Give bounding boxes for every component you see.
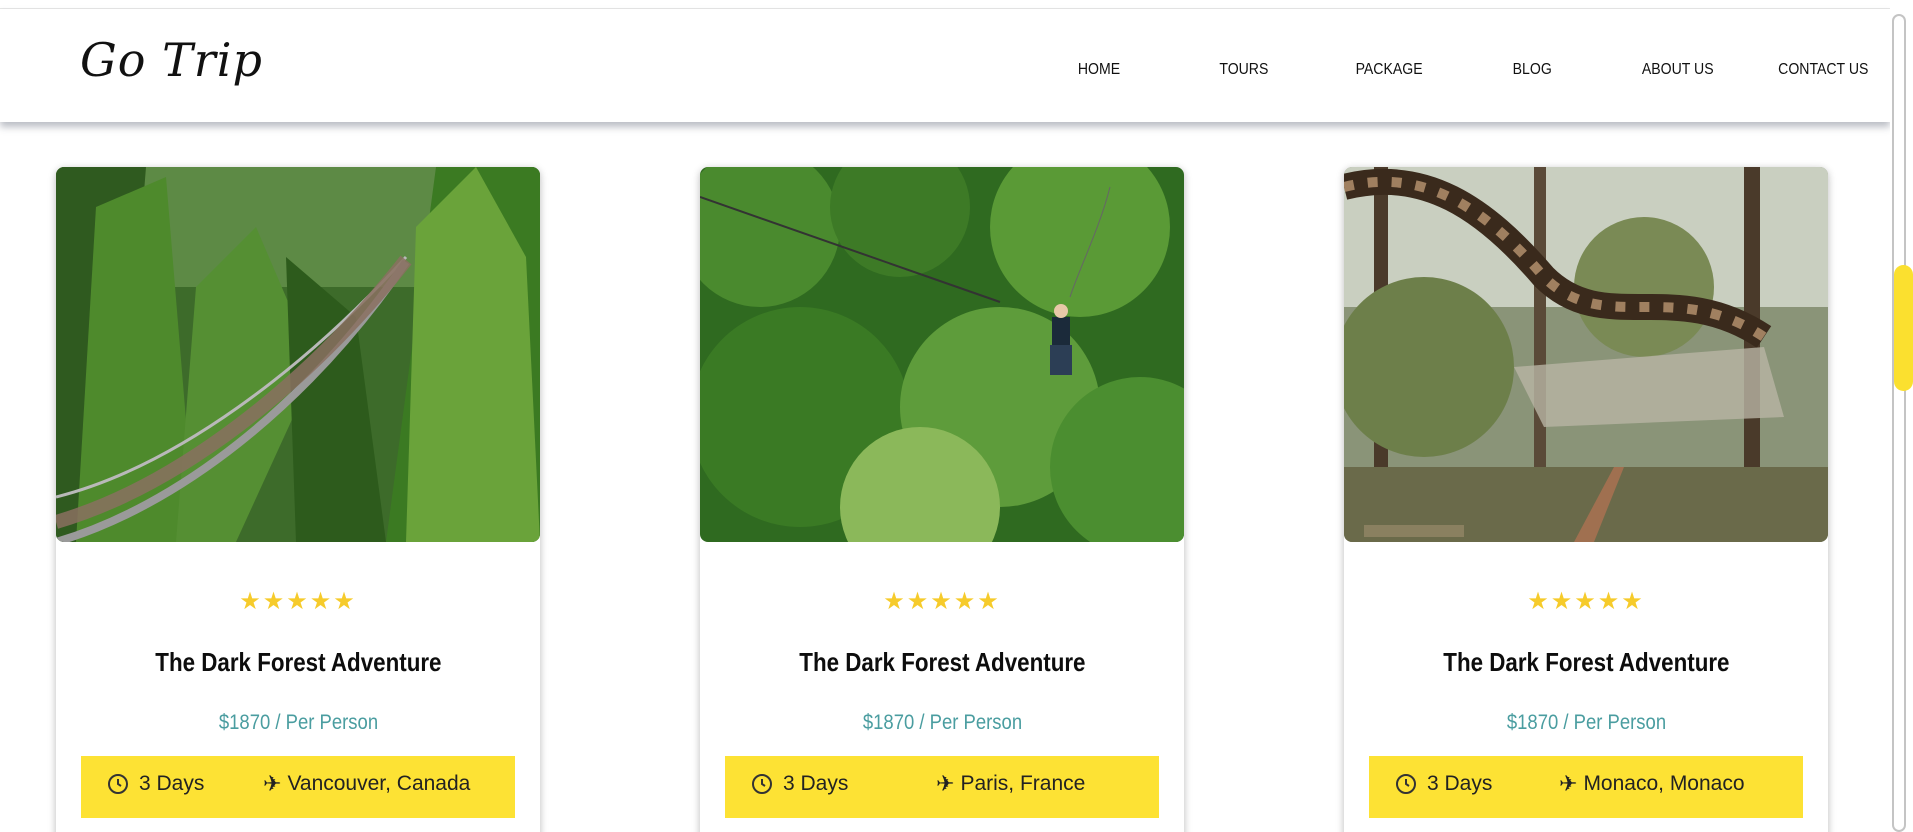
tour-info-bar: 3 Days ✈ Vancouver, Canada bbox=[81, 756, 515, 818]
scrollbar-thumb[interactable] bbox=[1894, 265, 1913, 391]
nav-about-us[interactable]: ABOUT US bbox=[1642, 61, 1714, 79]
tour-card[interactable]: ★★★★★ The Dark Forest Adventure $1870 / … bbox=[56, 167, 540, 832]
tour-title: The Dark Forest Adventure bbox=[154, 647, 442, 677]
location-text: Paris, France bbox=[960, 772, 1086, 795]
tour-card[interactable]: ★★★★★ The Dark Forest Adventure $1870 / … bbox=[1344, 167, 1828, 832]
rating-stars: ★★★★★ bbox=[1527, 588, 1645, 615]
nav-blog[interactable]: BLOG bbox=[1513, 61, 1552, 79]
tour-image-suspension-bridge[interactable] bbox=[56, 167, 540, 542]
logo[interactable]: Go Trip bbox=[80, 33, 263, 87]
tour-image-rope-course[interactable] bbox=[1344, 167, 1828, 542]
tour-price: $1870 / Per Person bbox=[218, 711, 378, 734]
nav-tours[interactable]: TOURS bbox=[1219, 61, 1268, 79]
nav-contact-us[interactable]: CONTACT US bbox=[1778, 61, 1868, 79]
scrollbar-track[interactable] bbox=[1892, 14, 1906, 832]
tour-title: The Dark Forest Adventure bbox=[1442, 647, 1730, 677]
plane-icon: ✈ bbox=[263, 771, 282, 796]
duration-text: 3 Days bbox=[783, 772, 849, 795]
tour-location: ✈ Monaco, Monaco bbox=[1559, 772, 1745, 796]
tour-title: The Dark Forest Adventure bbox=[798, 647, 1086, 677]
nav-package[interactable]: PACKAGE bbox=[1356, 61, 1423, 79]
tour-image-zipline[interactable] bbox=[700, 167, 1184, 542]
rating-stars: ★★★★★ bbox=[239, 588, 357, 615]
duration-text: 3 Days bbox=[139, 772, 205, 795]
tour-location: ✈ Paris, France bbox=[936, 772, 1085, 796]
plane-icon: ✈ bbox=[1559, 771, 1578, 796]
tour-info-bar: 3 Days ✈ Paris, France bbox=[725, 756, 1159, 818]
clock-icon bbox=[1396, 774, 1416, 794]
location-text: Monaco, Monaco bbox=[1583, 772, 1745, 795]
location-text: Vancouver, Canada bbox=[287, 772, 471, 795]
clock-icon bbox=[108, 774, 128, 794]
tour-card[interactable]: ★★★★★ The Dark Forest Adventure $1870 / … bbox=[700, 167, 1184, 832]
tour-info-bar: 3 Days ✈ Monaco, Monaco bbox=[1369, 756, 1803, 818]
rating-stars: ★★★★★ bbox=[883, 588, 1001, 615]
tour-price: $1870 / Per Person bbox=[862, 711, 1022, 734]
clock-icon bbox=[752, 774, 772, 794]
duration-text: 3 Days bbox=[1427, 772, 1493, 795]
tour-duration: 3 Days bbox=[107, 772, 204, 796]
tour-duration: 3 Days bbox=[751, 772, 848, 796]
nav-home[interactable]: HOME bbox=[1078, 61, 1120, 79]
plane-icon: ✈ bbox=[936, 771, 955, 796]
navbar: Go Trip HOME TOURS PACKAGE BLOG ABOUT US… bbox=[0, 9, 1890, 122]
tour-price: $1870 / Per Person bbox=[1506, 711, 1666, 734]
tour-duration: 3 Days bbox=[1395, 772, 1492, 796]
tour-location: ✈ Vancouver, Canada bbox=[263, 772, 470, 796]
